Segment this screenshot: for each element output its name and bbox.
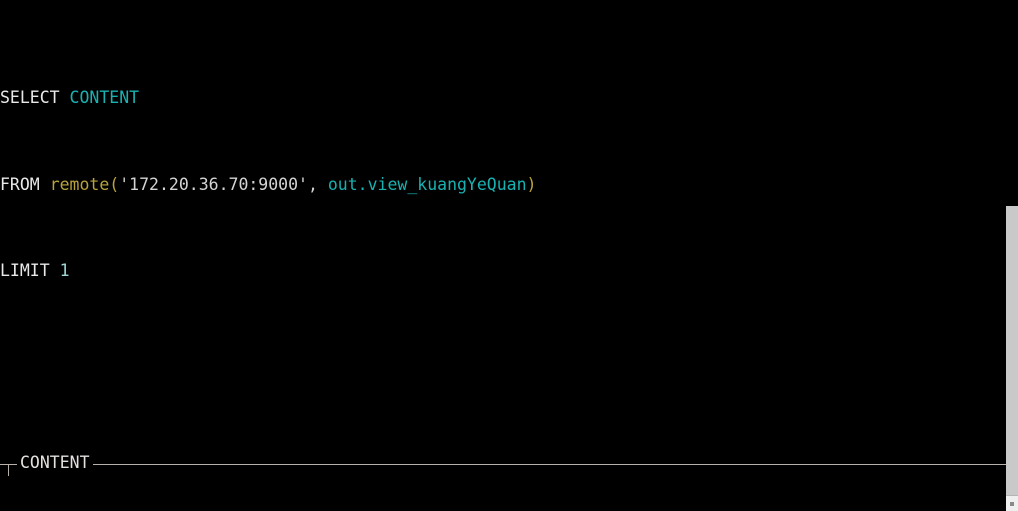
- open-paren: (: [109, 174, 120, 194]
- sql-column-content: CONTENT: [69, 88, 140, 108]
- scrollbar-thumb[interactable]: [1006, 206, 1018, 445]
- column-header-content: CONTENT: [17, 454, 93, 475]
- query-line-from: FROM remote('172.20.36.70:9000', out.vie…: [0, 174, 1008, 196]
- sql-comma: ,: [307, 174, 328, 194]
- sql-keyword-select: SELECT: [0, 88, 60, 108]
- sql-limit-value: 1: [59, 261, 70, 281]
- table-header-border: CONTENT: [0, 454, 1008, 477]
- terminal-screen: SELECT CONTENT FROM remote('172.20.36.70…: [0, 0, 1008, 511]
- query-line-select: SELECT CONTENT: [0, 87, 1008, 109]
- sql-remote-address: '172.20.36.70:9000': [119, 174, 308, 194]
- vertical-scrollbar[interactable]: [1006, 0, 1018, 511]
- query-line-limit: LIMIT 1: [0, 260, 1008, 282]
- space-2: [40, 175, 50, 194]
- terminal-window[interactable]: SELECT CONTENT FROM remote('172.20.36.70…: [0, 0, 1018, 511]
- sql-function-remote: remote: [49, 174, 110, 194]
- space-3: [50, 261, 60, 280]
- close-paren: ): [526, 174, 537, 194]
- space-1: [60, 88, 70, 107]
- sql-keyword-limit: LIMIT: [0, 261, 50, 281]
- scrollbar-down-button[interactable]: [1006, 495, 1018, 511]
- header-corner-top-left: [8, 464, 9, 477]
- sql-table-name: out.view_kuangYeQuan: [327, 174, 527, 194]
- sql-keyword-from: FROM: [0, 174, 40, 194]
- header-rule: [0, 464, 1008, 466]
